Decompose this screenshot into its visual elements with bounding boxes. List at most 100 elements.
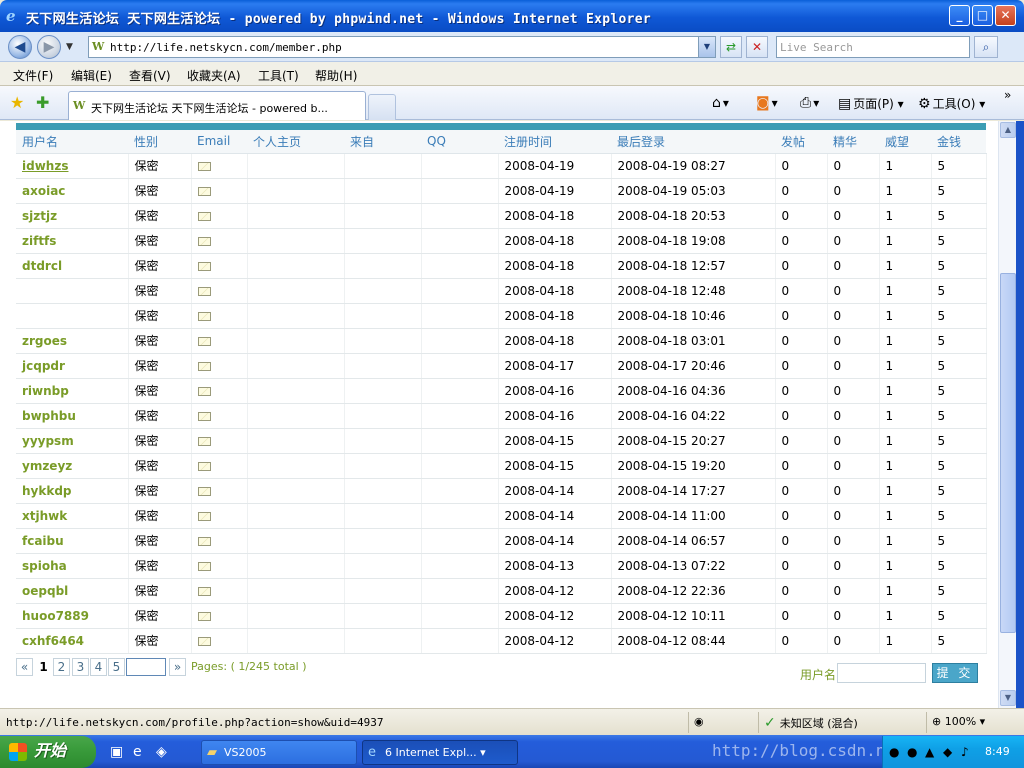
zoom-control[interactable]: ⊕ 100% ▾ <box>932 715 985 728</box>
col-reputation[interactable]: 威望 <box>879 130 931 154</box>
member-username[interactable] <box>16 278 129 304</box>
new-tab-button[interactable] <box>368 94 396 120</box>
member-username[interactable]: sjztjz <box>16 203 129 229</box>
tools-menu-button[interactable]: ⚙ 工具(O) ▾ <box>918 95 985 112</box>
member-username[interactable]: idwhzs <box>16 153 129 179</box>
mail-icon[interactable] <box>197 411 211 421</box>
quicklaunch-ie-icon[interactable]: e <box>133 744 142 760</box>
menu-help[interactable]: 帮助(H) <box>315 67 357 84</box>
menu-edit[interactable]: 编辑(E) <box>71 67 112 84</box>
refresh-button[interactable]: ⇄ <box>720 36 742 58</box>
mail-icon[interactable] <box>197 536 211 546</box>
address-dropdown-icon[interactable]: ▼ <box>698 37 715 57</box>
scroll-up-icon[interactable]: ▲ <box>1000 122 1016 138</box>
mail-icon[interactable] <box>197 611 211 621</box>
member-email[interactable] <box>191 603 248 629</box>
mail-icon[interactable] <box>197 236 211 246</box>
member-email[interactable] <box>191 203 248 229</box>
mail-icon[interactable] <box>197 336 211 346</box>
member-email[interactable] <box>191 178 248 204</box>
page-next-button[interactable]: » <box>169 658 186 676</box>
member-email[interactable] <box>191 353 248 379</box>
member-email[interactable] <box>191 153 248 179</box>
member-email[interactable] <box>191 428 248 454</box>
col-qq[interactable]: QQ <box>421 130 498 154</box>
member-username[interactable]: fcaibu <box>16 528 129 554</box>
menu-file[interactable]: 文件(F) <box>13 67 53 84</box>
mail-icon[interactable] <box>197 286 211 296</box>
page-menu-button[interactable]: ▤ 页面(P) ▾ <box>838 95 904 112</box>
scroll-thumb[interactable] <box>1000 273 1016 633</box>
page-4[interactable]: 4 <box>90 658 107 676</box>
col-homepage[interactable]: 个人主页 <box>247 130 344 154</box>
member-username[interactable]: cxhf6464 <box>16 628 129 654</box>
stop-button[interactable]: ✕ <box>746 36 768 58</box>
member-username[interactable]: jcqpdr <box>16 353 129 379</box>
network-tray-icon[interactable]: ▲ <box>925 745 934 759</box>
page-jump-input[interactable] <box>126 658 166 676</box>
member-email[interactable] <box>191 578 248 604</box>
member-email[interactable] <box>191 328 248 354</box>
member-email[interactable] <box>191 378 248 404</box>
page-first-button[interactable]: « <box>16 658 33 676</box>
member-email[interactable] <box>191 628 248 654</box>
page-2[interactable]: 2 <box>53 658 70 676</box>
member-username[interactable]: spioha <box>16 553 129 579</box>
address-url[interactable]: http://life.netskycn.com/member.php <box>110 41 342 54</box>
member-username[interactable]: oepqbl <box>16 578 129 604</box>
toolbar-chevron-icon[interactable]: » <box>1004 88 1011 102</box>
volume-tray-icon[interactable]: ♪ <box>961 745 969 759</box>
vertical-scrollbar[interactable]: ▲ ▼ <box>998 121 1016 708</box>
favorites-star-icon[interactable]: ★ <box>10 93 24 112</box>
member-username[interactable]: yyypsm <box>16 428 129 454</box>
col-digest[interactable]: 精华 <box>827 130 879 154</box>
member-email[interactable] <box>191 453 248 479</box>
mail-icon[interactable] <box>197 461 211 471</box>
back-button[interactable]: ◀ <box>8 35 32 59</box>
mail-icon[interactable] <box>197 161 211 171</box>
member-username[interactable]: bwphbu <box>16 403 129 429</box>
member-email[interactable] <box>191 503 248 529</box>
member-username[interactable]: dtdrcl <box>16 253 129 279</box>
member-username[interactable]: xtjhwk <box>16 503 129 529</box>
col-gender[interactable]: 性别 <box>128 130 191 154</box>
mail-icon[interactable] <box>197 186 211 196</box>
member-username[interactable]: riwnbp <box>16 378 129 404</box>
feeds-button[interactable]: ◙ ▾ <box>756 95 778 111</box>
task-internet-explorer[interactable]: e6 Internet Expl... ▾ <box>362 740 518 765</box>
start-button[interactable]: 开始 <box>0 736 96 768</box>
menu-tools[interactable]: 工具(T) <box>258 67 299 84</box>
col-register-time[interactable]: 注册时间 <box>498 130 611 154</box>
submit-button[interactable]: 提 交 <box>932 663 978 683</box>
close-button[interactable]: ✕ <box>995 5 1016 26</box>
member-email[interactable] <box>191 303 248 329</box>
member-email[interactable] <box>191 478 248 504</box>
page-3[interactable]: 3 <box>72 658 89 676</box>
page-5[interactable]: 5 <box>108 658 125 676</box>
member-username[interactable] <box>16 303 129 329</box>
mail-icon[interactable] <box>197 561 211 571</box>
scroll-down-icon[interactable]: ▼ <box>1000 690 1016 706</box>
member-username[interactable]: hykkdp <box>16 478 129 504</box>
member-username[interactable]: axoiac <box>16 178 129 204</box>
address-bar[interactable]: W http://life.netskycn.com/member.php ▼ <box>88 36 716 58</box>
member-username[interactable]: ziftfs <box>16 228 129 254</box>
col-email[interactable]: Email <box>191 130 247 154</box>
tab-forum[interactable]: W 天下网生活论坛 天下网生活论坛 - powered b... <box>68 91 366 120</box>
home-button[interactable]: ⌂ ▾ <box>712 95 729 111</box>
quicklaunch-media-icon[interactable]: ◈ <box>156 744 167 760</box>
mail-icon[interactable] <box>197 436 211 446</box>
member-email[interactable] <box>191 403 248 429</box>
mail-icon[interactable] <box>197 361 211 371</box>
privacy-icon[interactable]: ◉ <box>694 715 704 728</box>
member-email[interactable] <box>191 278 248 304</box>
member-username[interactable]: ymzeyz <box>16 453 129 479</box>
print-button[interactable]: ⎙ ▾ <box>800 95 819 111</box>
menu-favorites[interactable]: 收藏夹(A) <box>187 67 241 84</box>
mail-icon[interactable] <box>197 486 211 496</box>
qq-tray-icon-2[interactable]: ● <box>907 745 917 759</box>
antivirus-tray-icon[interactable]: ◆ <box>943 745 952 759</box>
mail-icon[interactable] <box>197 386 211 396</box>
mail-icon[interactable] <box>197 311 211 321</box>
member-username[interactable]: zrgoes <box>16 328 129 354</box>
